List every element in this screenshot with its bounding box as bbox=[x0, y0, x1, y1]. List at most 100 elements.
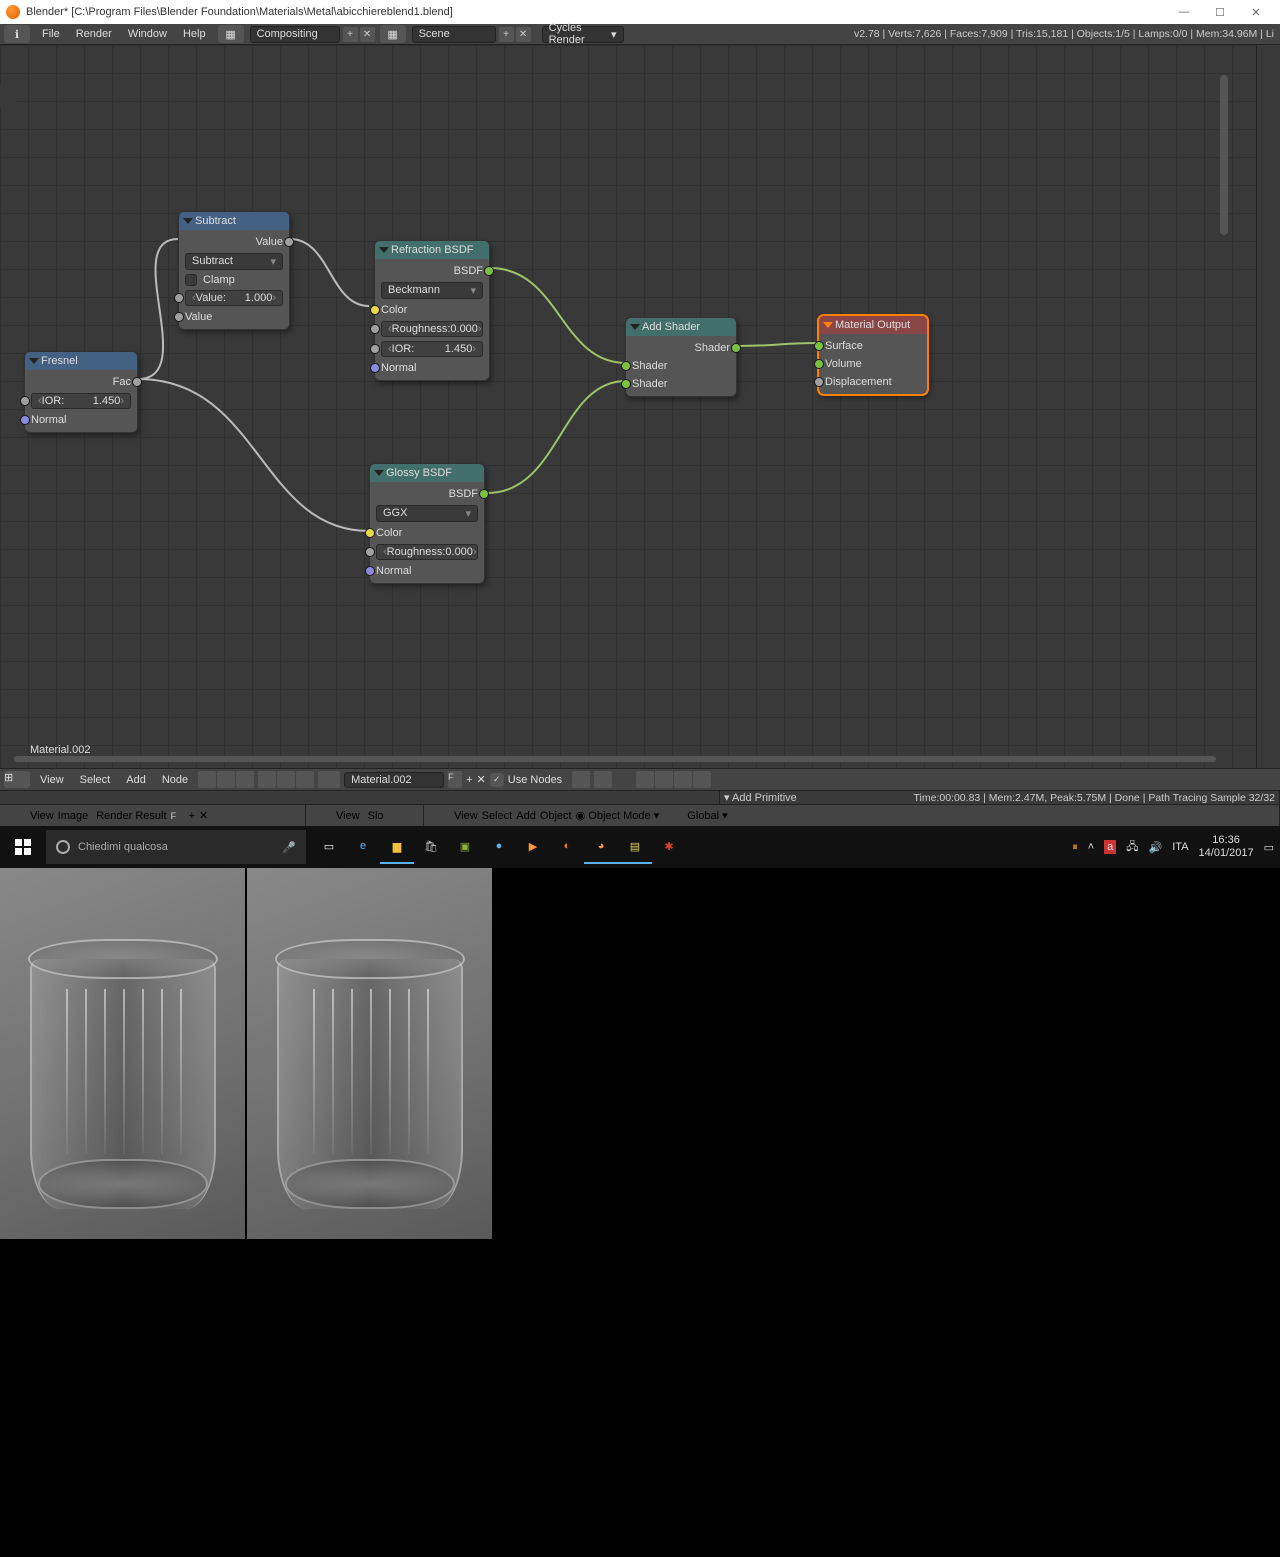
window-minimize-button[interactable]: — bbox=[1166, 6, 1202, 18]
use-nodes-checkbox[interactable]: ✓ bbox=[490, 773, 504, 787]
tray-network-icon[interactable]: 🖧 bbox=[1126, 838, 1138, 857]
menu-object[interactable]: Object bbox=[540, 810, 572, 822]
socket-output[interactable] bbox=[132, 377, 142, 387]
layout-remove-button[interactable]: ✕ bbox=[360, 27, 375, 42]
tray-antivirus-icon[interactable]: a bbox=[1104, 840, 1116, 854]
socket-input[interactable] bbox=[370, 363, 380, 373]
material-browse-icon[interactable] bbox=[318, 771, 340, 788]
roughness-field[interactable]: ‹Roughness:0.000› bbox=[376, 544, 478, 560]
value-field[interactable]: ‹Value:1.000› bbox=[185, 290, 283, 306]
tray-clock[interactable]: 16:36 14/01/2017 bbox=[1199, 834, 1254, 860]
ior-field[interactable]: ‹IOR:1.450› bbox=[31, 393, 131, 409]
node-editor-vscroll[interactable] bbox=[1220, 75, 1230, 748]
pin-icon[interactable] bbox=[572, 771, 590, 788]
action-center-icon[interactable]: ▭ bbox=[1264, 841, 1274, 854]
image-datablock[interactable]: Render Result bbox=[96, 810, 166, 822]
distribution-dropdown[interactable]: GGX▾ bbox=[376, 505, 478, 522]
menu-view[interactable]: View bbox=[454, 810, 478, 822]
socket-output[interactable] bbox=[284, 237, 294, 247]
layer-buttons[interactable] bbox=[732, 766, 742, 866]
lamp-shader-icon[interactable] bbox=[296, 771, 314, 788]
collapse-icon[interactable] bbox=[823, 322, 833, 328]
menu-view[interactable]: View bbox=[30, 810, 54, 822]
socket-input[interactable] bbox=[174, 293, 184, 303]
texture-tree-icon[interactable] bbox=[236, 771, 254, 788]
world-shader-icon[interactable] bbox=[277, 771, 295, 788]
socket-input[interactable] bbox=[370, 324, 380, 334]
scene-dropdown[interactable]: Scene bbox=[412, 26, 496, 43]
tray-language[interactable]: ITA bbox=[1172, 841, 1188, 853]
menu-add[interactable]: Add bbox=[516, 810, 536, 822]
scene-remove-button[interactable]: ✕ bbox=[516, 27, 531, 42]
material-remove-button[interactable]: ✕ bbox=[477, 773, 486, 786]
editor-type-icon[interactable]: ⊞ bbox=[4, 771, 30, 788]
fake-user-button[interactable]: F bbox=[448, 771, 462, 788]
socket-input[interactable] bbox=[621, 379, 631, 389]
app-icon[interactable]: ▣ bbox=[448, 830, 482, 864]
socket-input[interactable] bbox=[20, 415, 30, 425]
snap-icon[interactable] bbox=[636, 771, 654, 788]
render-engine-dropdown[interactable]: Cycles Render▾ bbox=[542, 26, 624, 43]
node-material-output[interactable]: Material Output Surface Volume Displacem… bbox=[818, 315, 928, 395]
socket-input[interactable] bbox=[814, 359, 824, 369]
menu-image[interactable]: Image bbox=[58, 810, 89, 822]
socket-input[interactable] bbox=[174, 312, 184, 322]
microphone-icon[interactable]: 🎤 bbox=[282, 841, 296, 854]
node-header[interactable]: Glossy BSDF bbox=[370, 464, 484, 482]
blender-taskbar-icon[interactable]: ◕ bbox=[584, 830, 618, 864]
material-datablock[interactable]: Material.002 bbox=[344, 772, 444, 788]
collapse-icon[interactable] bbox=[630, 324, 640, 330]
collapse-icon[interactable] bbox=[379, 247, 389, 253]
socket-output[interactable] bbox=[731, 343, 741, 353]
menu-node[interactable]: Node bbox=[156, 774, 194, 786]
node-glossy-bsdf[interactable]: Glossy BSDF BSDF GGX▾ Color ‹Roughness:0… bbox=[369, 463, 485, 584]
properties-strip[interactable] bbox=[1256, 45, 1280, 768]
media-icon[interactable]: ▶ bbox=[516, 830, 550, 864]
menu-add[interactable]: Add bbox=[120, 774, 152, 786]
collapse-icon[interactable] bbox=[29, 358, 39, 364]
roughness-field[interactable]: ‹Roughness:0.000› bbox=[381, 321, 483, 337]
layout-add-button[interactable]: + bbox=[343, 27, 358, 42]
menu-view[interactable]: View bbox=[336, 810, 360, 822]
socket-input[interactable] bbox=[621, 361, 631, 371]
socket-input[interactable] bbox=[370, 344, 380, 354]
node-header[interactable]: Subtract bbox=[179, 212, 289, 230]
task-view-icon[interactable]: ▭ bbox=[312, 830, 346, 864]
file-explorer-icon[interactable]: ▆ bbox=[380, 830, 414, 864]
distribution-dropdown[interactable]: Beckmann▾ bbox=[381, 282, 483, 299]
socket-output[interactable] bbox=[484, 266, 494, 276]
menu-help[interactable]: Help bbox=[175, 28, 214, 40]
material-add-button[interactable]: + bbox=[466, 774, 472, 786]
node-header[interactable]: Add Shader bbox=[626, 318, 736, 336]
socket-output[interactable] bbox=[479, 489, 489, 499]
menu-view[interactable]: View bbox=[34, 774, 70, 786]
node-refraction-bsdf[interactable]: Refraction BSDF BSDF Beckmann▾ Color ‹Ro… bbox=[374, 240, 490, 381]
object-shader-icon[interactable] bbox=[258, 771, 276, 788]
operation-dropdown[interactable]: Subtract▾ bbox=[185, 253, 283, 270]
firefox-icon[interactable]: ◐ bbox=[550, 830, 584, 864]
region-toggle-handle[interactable] bbox=[0, 85, 16, 107]
edge-icon[interactable]: e bbox=[346, 830, 380, 864]
socket-input[interactable] bbox=[365, 528, 375, 538]
menu-select[interactable]: Select bbox=[74, 774, 117, 786]
editor-type-icon[interactable]: ℹ bbox=[4, 25, 30, 43]
shader-type-buttons[interactable] bbox=[258, 771, 314, 788]
notepad-icon[interactable]: ▤ bbox=[618, 830, 652, 864]
hp-icon[interactable]: ● bbox=[482, 830, 516, 864]
paste-icon[interactable] bbox=[693, 771, 711, 788]
socket-input[interactable] bbox=[365, 566, 375, 576]
screen-layout-dropdown[interactable]: Compositing bbox=[250, 26, 340, 43]
ior-field[interactable]: ‹IOR:1.450› bbox=[381, 341, 483, 357]
socket-input[interactable] bbox=[370, 305, 380, 315]
node-editor-hscroll[interactable] bbox=[14, 756, 1216, 764]
socket-input[interactable] bbox=[814, 377, 824, 387]
scene-add-button[interactable]: + bbox=[499, 27, 514, 42]
socket-input[interactable] bbox=[20, 396, 30, 406]
snap-element-icon[interactable] bbox=[655, 771, 673, 788]
scene-browse-icon[interactable]: ▦ bbox=[380, 25, 406, 43]
tray-pause-icon[interactable]: ⏸ bbox=[1072, 841, 1078, 854]
bug-icon[interactable]: ✱ bbox=[652, 830, 686, 864]
tray-volume-icon[interactable]: 🔊 bbox=[1149, 841, 1163, 854]
fake-user-button[interactable]: F bbox=[171, 810, 185, 822]
node-add-shader[interactable]: Add Shader Shader Shader Shader bbox=[625, 317, 737, 397]
